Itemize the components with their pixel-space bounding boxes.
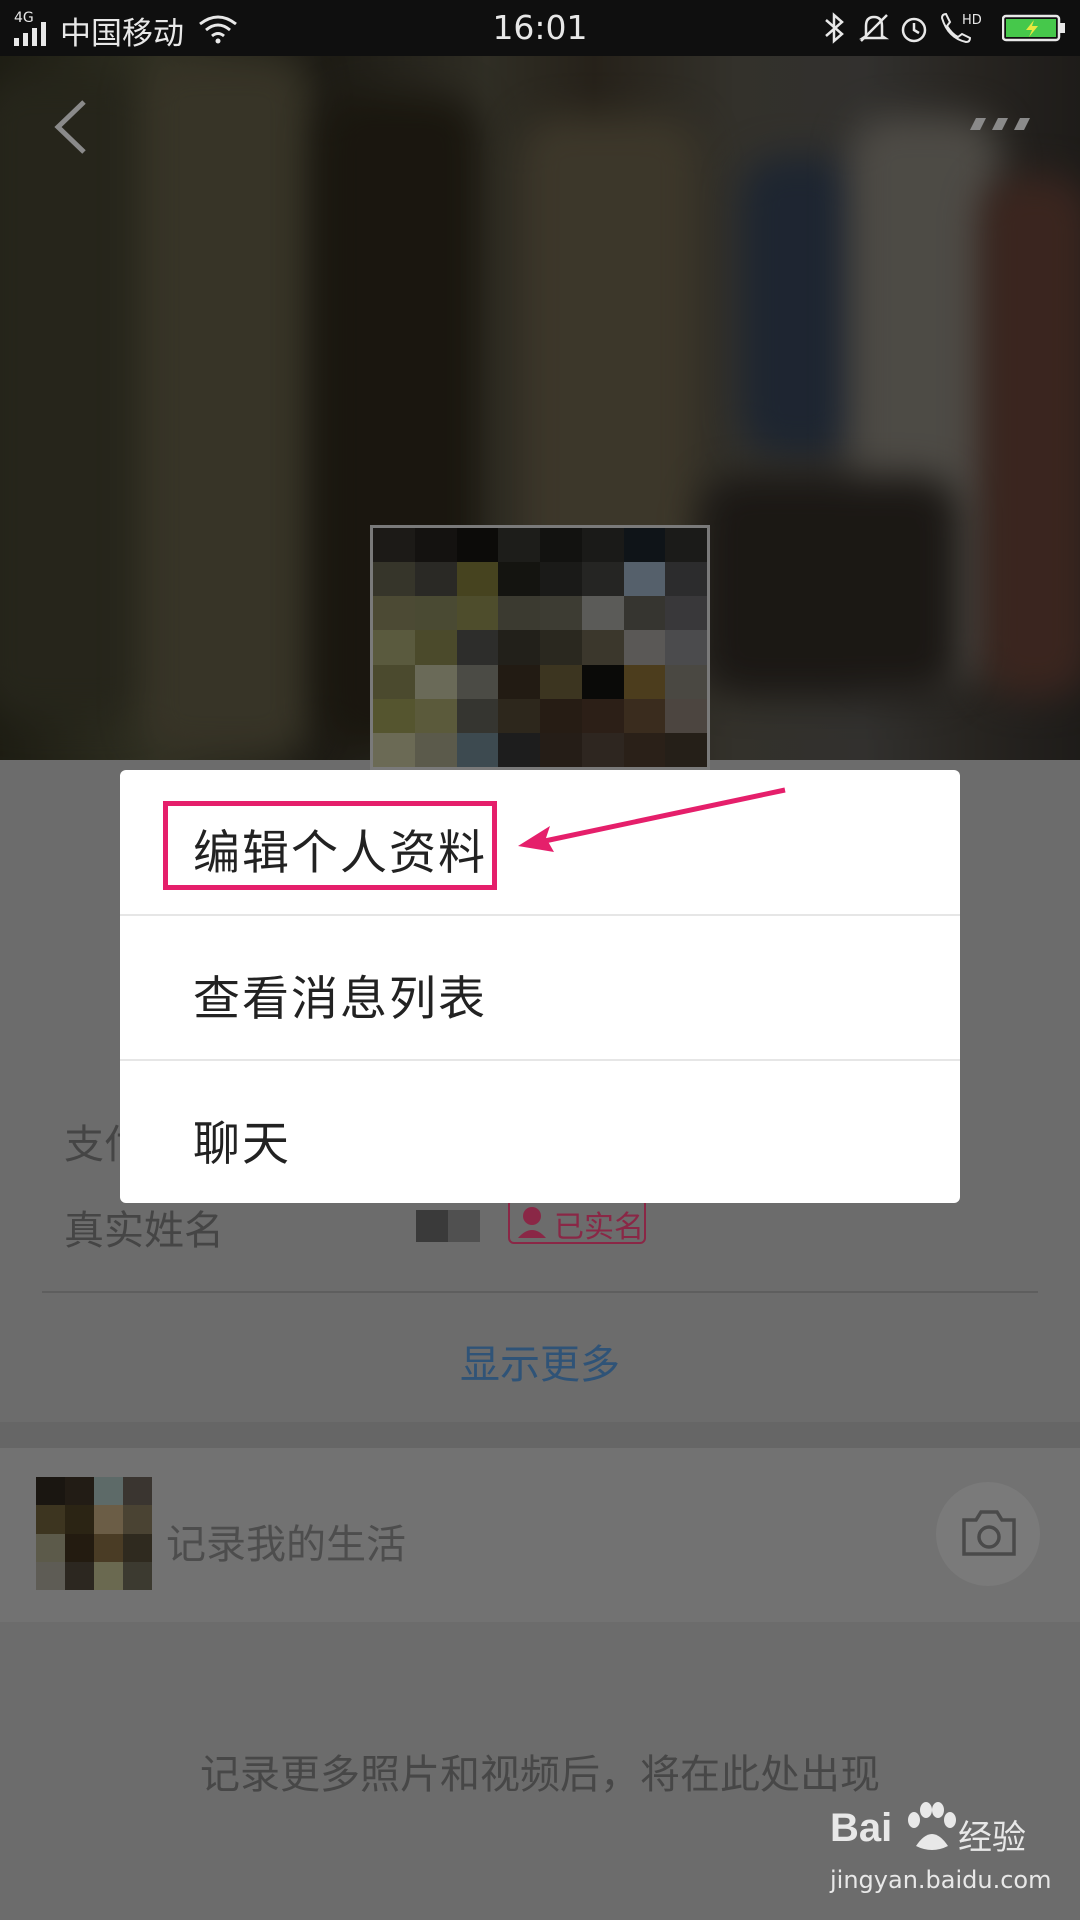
annotation-highlight-box (163, 801, 497, 890)
menu-item-label: 查看消息列表 (193, 972, 487, 1027)
hd-call-icon: HD (940, 12, 982, 44)
watermark-logo: Bai 经验 (830, 1800, 1070, 1860)
more-dots-icon[interactable] (968, 116, 1032, 132)
menu-item-message-list[interactable]: 查看消息列表 (120, 916, 960, 1060)
watermark-brand-en: Bai (830, 1806, 893, 1850)
status-bar: 4G 中国移动 16:01 HD (0, 0, 1080, 56)
chevron-left-icon[interactable] (48, 98, 96, 156)
battery-charging-icon (1002, 14, 1065, 42)
paw-icon (908, 1802, 956, 1850)
annotation-arrow-icon (518, 787, 786, 852)
watermark-brand-cn: 经验 (958, 1818, 1026, 1858)
watermark-url: jingyan.baidu.com (830, 1866, 1052, 1894)
alarm-icon (901, 17, 927, 43)
svg-text:HD: HD (962, 13, 982, 28)
profile-avatar[interactable] (370, 525, 710, 770)
menu-item-label: 聊天 (193, 1117, 291, 1172)
mute-bell-icon (858, 14, 890, 42)
bluetooth-icon (825, 12, 844, 44)
menu-item-chat[interactable]: 聊天 (120, 1061, 960, 1205)
